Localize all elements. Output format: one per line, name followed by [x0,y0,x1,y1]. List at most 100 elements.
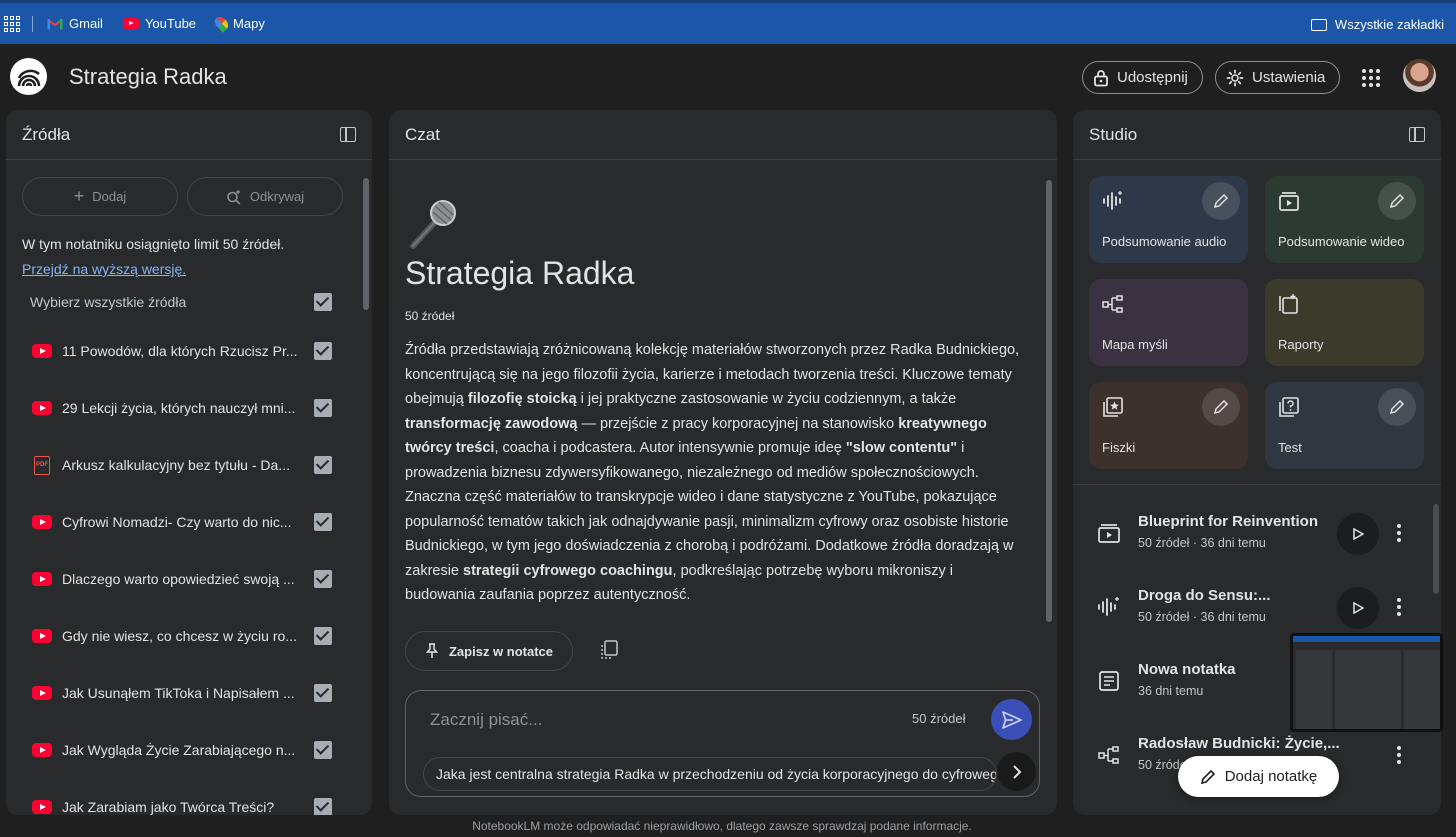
add-source-button[interactable]: + Dodaj [22,177,178,216]
edit-quiz-button[interactable] [1378,388,1416,426]
sources-header: Źródła [6,110,372,160]
select-all-label: Wybierz wszystkie źródła [30,294,187,310]
source-item[interactable]: 11 Powodów, dla których Rzucisz Pr... [32,339,362,363]
sources-scrollbar[interactable] [363,178,369,310]
plus-icon: + [73,186,85,206]
folder-icon [1310,18,1327,31]
tile-video-overview[interactable]: Podsumowanie wideo [1265,176,1424,263]
source-checkbox[interactable] [314,570,332,588]
gear-icon [1226,69,1244,86]
chat-scrollbar[interactable] [1046,180,1052,622]
source-item[interactable]: PDF Arkusz kalkulacyjny bez tytułu - Da..… [32,453,362,477]
next-suggestion-button[interactable] [997,752,1036,791]
maps-icon [212,14,231,33]
studio-divider [1073,484,1441,485]
source-checkbox[interactable] [314,342,332,360]
more-options-icon[interactable] [1397,746,1401,764]
bookmark-maps[interactable]: Mapy [212,14,265,33]
note-meta: 50 źródeł · 36 dni temu [1138,610,1266,624]
apps-menu-icon[interactable] [1362,69,1380,87]
upgrade-link[interactable]: Przejdź na wyższą wersję. [22,261,186,277]
collapse-panel-icon[interactable] [1409,127,1425,142]
notebooklm-logo[interactable] [10,58,47,95]
more-options-icon[interactable] [1397,524,1401,542]
bookmark-youtube[interactable]: YouTube [122,16,196,31]
mind-map-icon [1098,746,1119,764]
flashcards-icon [1103,397,1123,417]
source-item[interactable]: Gdy nie wiesz, co chcesz w życiu ro... [32,624,362,648]
summary-highlight: transformację zawodową [405,415,578,432]
suggested-question[interactable]: Jaka jest centralna strategia Radka w pr… [423,757,997,791]
discover-search-icon [227,189,241,205]
screenshot-thumbnail[interactable] [1290,633,1443,732]
logo-icon [17,69,40,86]
pencil-icon [1389,399,1405,415]
save-to-note-button[interactable]: Zapisz w notatce [405,631,573,671]
edit-flashcards-button[interactable] [1202,388,1240,426]
source-item[interactable]: Jak Zarabiam jako Twórca Treści? [32,795,362,815]
discover-button[interactable]: Odkrywaj [187,177,343,216]
source-label: Dlaczego warto opowiedzieć swoją ... [62,571,295,587]
studio-note-item[interactable]: Droga do Sensu:... 50 źródeł · 36 dni te… [1097,584,1427,634]
tile-flashcards[interactable]: Fiszki [1089,382,1248,469]
source-item[interactable]: Jak Wygląda Życie Zarabiającego n... [32,738,362,762]
note-meta: 50 źródeł · 36 dni temu [1138,536,1266,550]
edit-audio-button[interactable] [1202,182,1240,220]
youtube-icon [32,515,52,529]
tile-reports[interactable]: Raporty [1265,279,1424,366]
source-item[interactable]: Dlaczego warto opowiedzieć swoją ... [32,567,362,591]
play-button[interactable] [1337,587,1379,629]
chat-input[interactable]: Zacznij pisać... [430,710,542,730]
apps-grid-icon[interactable] [4,15,20,32]
source-checkbox[interactable] [314,684,332,702]
copy-icon[interactable] [600,640,618,660]
source-checkbox[interactable] [314,627,332,645]
thumbnail-chat-panel [1335,650,1401,729]
send-button[interactable] [991,699,1032,740]
tile-label: Raporty [1278,337,1324,352]
thumbnail-sources-panel [1296,650,1332,729]
share-button[interactable]: Udostępnij [1082,61,1203,94]
lock-icon [1094,69,1108,86]
tile-quiz[interactable]: Test [1265,382,1424,469]
source-checkbox[interactable] [314,399,332,417]
avatar[interactable] [1403,59,1436,92]
bookmarks-bar: Gmail YouTube Mapy Wszystkie zakładki [0,0,1456,44]
settings-label: Ustawienia [1252,69,1326,86]
tile-label: Podsumowanie audio [1102,234,1227,249]
edit-video-button[interactable] [1378,182,1416,220]
source-checkbox[interactable] [314,456,332,474]
bookmark-gmail[interactable]: Gmail [47,16,103,31]
pencil-icon [1389,193,1405,209]
source-item[interactable]: Jak Usunąłem TikToka i Napisałem ... [32,681,362,705]
source-checkbox[interactable] [314,741,332,759]
select-all-checkbox[interactable] [314,293,332,311]
source-checkbox[interactable] [314,798,332,815]
tile-audio-overview[interactable]: Podsumowanie audio [1089,176,1248,263]
tile-label: Fiszki [1102,440,1136,455]
chat-input-box[interactable]: Zacznij pisać... 50 źródeł Jaka jest cen… [405,690,1040,797]
collapse-panel-icon[interactable] [340,127,356,142]
share-label: Udostępnij [1117,69,1188,86]
more-options-icon[interactable] [1397,598,1401,616]
source-label: Arkusz kalkulacyjny bez tytułu - Da... [62,457,290,473]
source-item[interactable]: 29 Lekcji życia, których nauczył mni... [32,396,362,420]
studio-note-item[interactable]: Blueprint for Reinvention 50 źródeł · 36… [1097,510,1427,560]
notebook-summary: Źródła przedstawiają zróżnicowaną kolekc… [405,338,1025,608]
studio-title: Studio [1089,124,1138,144]
play-button[interactable] [1337,513,1379,555]
add-note-button[interactable]: Dodaj notatkę [1178,756,1339,797]
source-label: 29 Lekcji życia, których nauczył mni... [62,400,296,416]
tile-mind-map[interactable]: Mapa myśli [1089,279,1248,366]
add-label: Dodaj [92,189,127,204]
source-label: Gdy nie wiesz, co chcesz w życiu ro... [62,628,297,644]
bookmark-label: Gmail [69,16,103,31]
settings-button[interactable]: Ustawienia [1215,61,1341,94]
youtube-icon [32,572,52,586]
all-bookmarks[interactable]: Wszystkie zakładki [1310,17,1444,32]
source-checkbox[interactable] [314,513,332,531]
note-title: Nowa notatka [1138,661,1236,678]
note-title: Droga do Sensu:... [1138,587,1271,604]
source-item[interactable]: Cyfrowi Nomadzi- Czy warto do nic... [32,510,362,534]
studio-scrollbar[interactable] [1433,504,1439,594]
